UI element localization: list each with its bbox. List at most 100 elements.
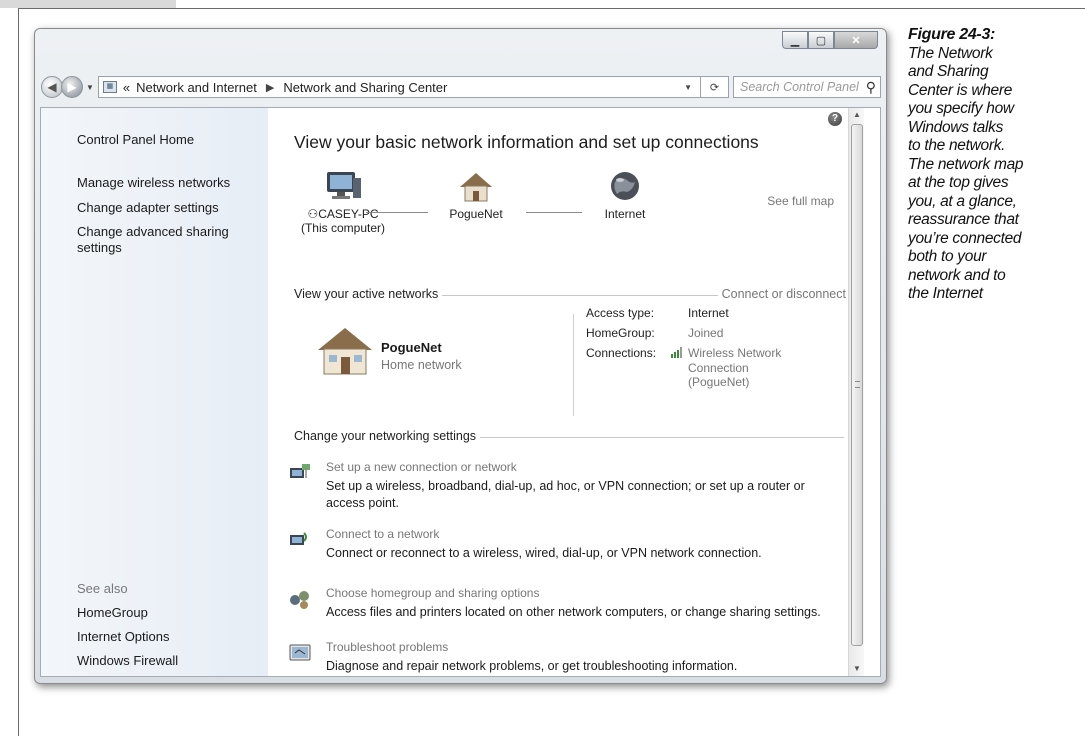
home-network-large-icon — [318, 328, 372, 375]
see-also-heading: See also — [77, 581, 128, 596]
maximize-button[interactable]: ▢ — [808, 31, 834, 49]
forward-button[interactable]: ▶ — [61, 76, 83, 98]
active-networks-heading: View your active networks — [294, 287, 443, 301]
task-link[interactable]: Troubleshoot problems — [326, 640, 448, 654]
refresh-button[interactable]: ⟳ — [701, 76, 729, 98]
main-panel: ? View your basic network information an… — [268, 108, 864, 676]
connections-label: Connections: — [586, 346, 657, 360]
caption-line: both to your — [908, 248, 987, 265]
vertical-scrollbar[interactable]: ▲ ▼ — [848, 108, 864, 676]
connection-line: Wireless Network — [688, 346, 782, 360]
homegroup-sharing-icon — [290, 591, 309, 609]
troubleshoot-icon — [289, 644, 311, 661]
sidebar-item-windows-firewall[interactable]: Windows Firewall — [77, 653, 178, 669]
task-link[interactable]: Connect to a network — [326, 527, 439, 541]
address-dropdown-icon[interactable]: ▼ — [684, 83, 692, 92]
caption-line: at the top gives — [908, 174, 1009, 191]
control-panel-icon: ▦ — [102, 81, 117, 93]
map-node-computer[interactable]: ⚇CASEY-PC (This computer) — [298, 170, 388, 235]
network-name-map: PogueNet — [449, 207, 503, 221]
task-description: Access files and printers located on oth… — [326, 605, 821, 619]
homegroup-value[interactable]: Joined — [688, 326, 723, 341]
sidebar-item-control-panel-home[interactable]: Control Panel Home — [77, 132, 194, 148]
active-network-type[interactable]: Home network — [381, 358, 462, 372]
figure-caption: Figure 24-3: The Network and Sharing Cen… — [908, 26, 1080, 304]
search-icon[interactable]: ⚲ — [866, 79, 876, 96]
caption-line: network and to — [908, 266, 1006, 284]
content-area: Control Panel Home Manage wireless netwo… — [40, 107, 881, 677]
caption-line: The Network — [908, 44, 993, 62]
page-title: View your basic network information and … — [294, 132, 759, 152]
breadcrumb-separator-icon[interactable]: ▶ — [266, 81, 274, 94]
computer-network-icon: ⚇ — [307, 207, 319, 221]
sidebar-item-homegroup[interactable]: HomeGroup — [77, 605, 148, 621]
recent-pages-dropdown-icon[interactable]: ▼ — [86, 83, 94, 92]
scroll-down-icon[interactable]: ▼ — [849, 662, 865, 676]
settings-heading: Change your networking settings — [294, 429, 481, 443]
connection-line: Connection — [688, 360, 749, 375]
search-input[interactable]: Search Control Panel ⚲ — [733, 76, 881, 98]
connect-or-disconnect-link[interactable]: Connect or disconnect — [717, 287, 846, 301]
caption-line: reassurance that — [908, 211, 1019, 228]
active-network-name: PogueNet — [381, 340, 442, 355]
caption-line: the Internet — [908, 285, 983, 302]
caption-line: and Sharing — [908, 63, 989, 80]
refresh-icon: ⟳ — [709, 81, 720, 94]
sidebar-item-change-adapter[interactable]: Change adapter settings — [77, 200, 219, 216]
network-sharing-center-window: ▁ ▢ ✕ ◀ ▶ ▼ ▦ « Network and Internet ▶ N… — [34, 28, 887, 684]
sidebar-item-manage-wireless[interactable]: Manage wireless networks — [77, 175, 230, 191]
address-bar-row: ◀ ▶ ▼ ▦ « Network and Internet ▶ Network… — [41, 74, 881, 100]
sidebar-item-change-advanced-sharing[interactable]: Change advanced sharing — [77, 224, 229, 240]
page-tab-marker — [0, 0, 176, 8]
map-node-network[interactable]: PogueNet — [436, 170, 516, 221]
task-description: Connect or reconnect to a wireless, wire… — [326, 546, 762, 560]
close-icon: ✕ — [851, 34, 861, 47]
task-link[interactable]: Choose homegroup and sharing options — [326, 586, 539, 600]
caption-line: Center is where — [908, 81, 1013, 99]
caption-line: you specify how — [908, 100, 1014, 117]
map-node-internet[interactable]: Internet — [590, 170, 660, 221]
caption-line: Windows talks — [908, 118, 1004, 136]
maximize-icon: ▢ — [815, 34, 827, 47]
home-network-icon — [460, 173, 492, 202]
sidebar-item-change-advanced-sharing-cont[interactable]: settings — [77, 240, 122, 256]
access-type-label: Access type: — [586, 306, 655, 320]
breadcrumb-network-and-internet[interactable]: Network and Internet — [136, 80, 257, 95]
close-button[interactable]: ✕ — [834, 31, 878, 49]
computer-name: CASEY-PC — [318, 207, 379, 221]
breadcrumb-overflow[interactable]: « — [123, 80, 130, 95]
breadcrumb[interactable]: ▦ « Network and Internet ▶ Network and S… — [97, 76, 701, 98]
wireless-signal-icon — [670, 346, 684, 362]
globe-icon — [611, 172, 639, 200]
map-connector — [526, 212, 582, 213]
access-type-value: Internet — [688, 306, 729, 320]
minimize-button[interactable]: ▁ — [782, 31, 808, 49]
scrollbar-grip-icon — [855, 381, 860, 388]
forward-arrow-icon: ▶ — [67, 80, 77, 94]
caption-line: you, at a glance, — [908, 192, 1017, 210]
caption-line: The network map — [908, 155, 1024, 173]
computer-icon — [327, 172, 361, 199]
scrollbar-thumb[interactable] — [851, 124, 863, 646]
internet-label: Internet — [604, 207, 646, 221]
window-caption-buttons: ▁ ▢ ✕ — [782, 31, 878, 49]
connections-value[interactable]: Wireless Network Connection (PogueNet) — [688, 346, 781, 390]
task-link[interactable]: Set up a new connection or network — [326, 460, 517, 474]
sidebar-item-internet-options[interactable]: Internet Options — [77, 629, 170, 645]
map-connector — [366, 212, 428, 213]
connect-network-icon — [290, 532, 307, 545]
search-placeholder: Search Control Panel — [740, 80, 859, 94]
breadcrumb-network-sharing-center[interactable]: Network and Sharing Center — [283, 80, 447, 95]
help-icon[interactable]: ? — [828, 112, 842, 126]
homegroup-label: HomeGroup: — [586, 326, 655, 340]
new-connection-icon — [290, 464, 310, 478]
see-full-map-link[interactable]: See full map — [767, 194, 834, 208]
network-details-divider — [573, 314, 574, 416]
back-button[interactable]: ◀ — [41, 76, 63, 98]
computer-subtitle: (This computer) — [300, 221, 386, 235]
caption-title: Figure 24-3: — [908, 26, 996, 43]
back-arrow-icon: ◀ — [47, 80, 57, 94]
scroll-up-icon[interactable]: ▲ — [849, 108, 865, 122]
sidebar: Control Panel Home Manage wireless netwo… — [41, 108, 268, 676]
connection-line: (PogueNet) — [688, 375, 750, 389]
